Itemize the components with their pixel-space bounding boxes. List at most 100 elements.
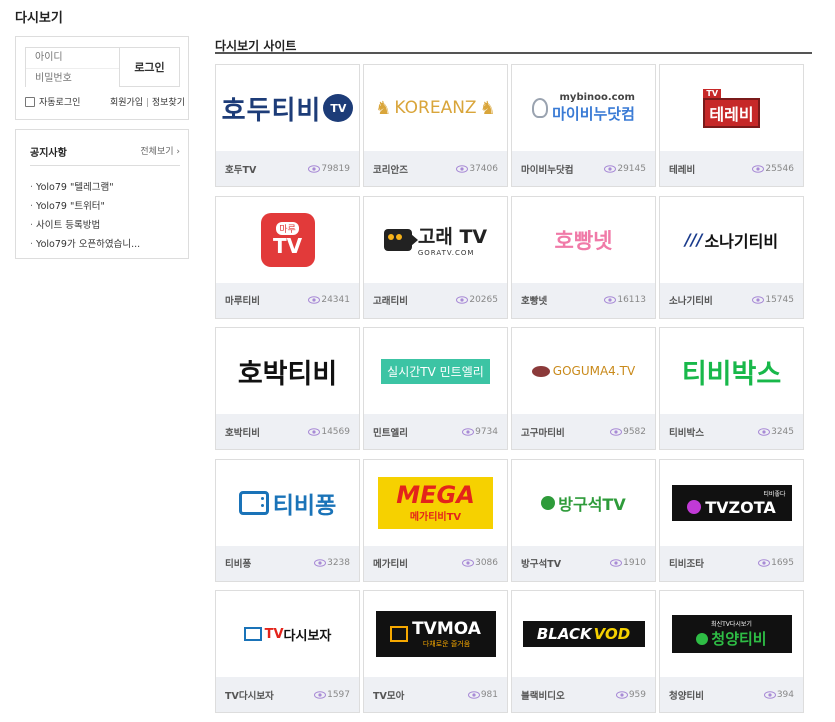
notice-item[interactable]: Yolo79 "트위터" [30, 197, 140, 216]
site-card[interactable]: /// 소나기티비 소나기티비 15745 [659, 195, 804, 319]
site-card[interactable]: 최신TV다시보기 청양티비 청양티비 394 [659, 590, 804, 713]
play-icon [687, 500, 702, 514]
eye-icon [615, 690, 628, 699]
view-count-value: 29145 [617, 163, 646, 174]
site-card[interactable]: 마루 TV 마루티비 24341 [215, 195, 360, 319]
view-count: 20265 [456, 295, 498, 305]
site-logo-text: 소나기티비 [704, 231, 779, 251]
view-count-value: 14569 [321, 426, 350, 437]
site-card[interactable]: 실시간TV 민트엘리 민트엘리 9734 [363, 327, 508, 450]
card-footer: 고래티비 20265 [364, 282, 507, 318]
account-links: 회원가입 | 정보찾기 [110, 95, 185, 108]
card-footer: 민트엘리 9734 [364, 414, 507, 449]
site-card[interactable]: mybinoo.com 마이비누닷컴 마이비누닷컴 29145 [511, 64, 656, 187]
site-logo: ♞ KOREANZ ♞ [364, 65, 507, 151]
view-count-value: 394 [776, 689, 794, 700]
site-logo-text: KOREANZ [394, 98, 477, 118]
view-count: 9734 [462, 427, 498, 437]
site-logo: TV 다시보자 [216, 591, 359, 677]
view-count-value: 9582 [623, 426, 646, 437]
site-card[interactable]: GOGUMA4.TV 고구마티비 9582 [511, 327, 656, 450]
tv-icon: TV [323, 94, 354, 122]
password-input[interactable] [26, 68, 119, 88]
site-name: 고구마티비 [521, 427, 565, 439]
eye-icon [610, 559, 623, 567]
eye-icon [314, 559, 327, 567]
signup-link[interactable]: 회원가입 [110, 98, 143, 108]
site-card[interactable]: 호박티비 호박티비 14569 [215, 327, 360, 450]
card-footer: 메가티비 3086 [364, 545, 507, 581]
find-info-link[interactable]: 정보찾기 [152, 98, 185, 108]
site-logo-text: TV [272, 234, 303, 258]
site-logo-sub: 최신TV다시보기 [711, 621, 752, 628]
view-count-value: 1910 [623, 558, 646, 568]
card-footer: 소나기티비 15745 [660, 282, 803, 318]
tv-icon [390, 626, 409, 642]
site-logo-text: 테레비 [703, 97, 760, 128]
site-card[interactable]: TV 다시보자 TV다시보자 1597 [215, 590, 360, 713]
site-card[interactable]: BLACK VOD 블랙비디오 959 [511, 590, 656, 713]
site-logo: GOGUMA4.TV [512, 328, 655, 414]
notice-item[interactable]: 사이트 등록방법 [30, 216, 140, 235]
eye-icon [763, 690, 776, 699]
site-name: 호빵넷 [521, 296, 548, 307]
auto-login-label[interactable]: 자동로그인 [39, 95, 80, 108]
site-logo: 실시간TV 민트엘리 [364, 328, 507, 414]
eye-icon [752, 164, 765, 173]
view-count-value: 959 [628, 689, 646, 700]
view-count-value: 15745 [765, 295, 794, 305]
site-name: 블랙비디오 [521, 690, 565, 702]
eye-icon [604, 296, 617, 304]
site-card[interactable]: 호빵넷 호빵넷 16113 [511, 195, 656, 319]
eye-icon [758, 427, 771, 436]
view-count: 15745 [752, 295, 794, 305]
site-logo-sub: mybinoo.com [559, 92, 635, 103]
site-card[interactable]: TVMOA 다채로운 즐거움 TV모아 981 [363, 590, 508, 713]
card-footer: TV모아 981 [364, 677, 507, 712]
site-logo: 호두티비 TV [216, 65, 359, 151]
notice-more-link[interactable]: 전체보기 › [140, 144, 180, 165]
section-divider [215, 52, 812, 54]
login-options: 자동로그인 회원가입 | 정보찾기 [25, 95, 185, 108]
camera-icon [383, 228, 418, 251]
notice-item[interactable]: Yolo79 "텔레그램" [30, 178, 140, 197]
site-logo-sub: 다채로운 즐거움 [422, 639, 471, 648]
view-count-value: 16113 [617, 295, 646, 305]
site-card[interactable]: 티비박스 티비박스 3245 [659, 327, 804, 450]
login-fields [25, 47, 119, 88]
site-name: 테레비 [669, 164, 696, 176]
site-card[interactable]: 고래 TV GORATV.COM 고래티비 20265 [363, 195, 508, 319]
kangaroo-icon: ♞ [375, 97, 392, 119]
tv-icon [243, 627, 262, 641]
site-card[interactable]: 티비퐁 티비퐁 3238 [215, 458, 360, 582]
card-footer: 호빵넷 16113 [512, 282, 655, 318]
site-card[interactable]: 티비좋다 TVZOTA 티비조타 1695 [659, 458, 804, 582]
site-logo-text: TVMOA [412, 618, 481, 639]
site-logo-text: BLACK [536, 625, 592, 643]
site-logo-text: 다시보자 [283, 628, 332, 644]
eye-icon [462, 559, 475, 567]
maru-tv-icon: 마루 TV [260, 212, 315, 267]
view-count: 3086 [462, 558, 498, 568]
view-count: 959 [615, 689, 646, 700]
notice-item[interactable]: Yolo79가 오픈하였습니... [30, 235, 140, 254]
site-card[interactable]: ♞ KOREANZ ♞ 코리안즈 37406 [363, 64, 508, 187]
view-count-value: 9734 [475, 426, 498, 437]
site-card[interactable]: MEGA 메가티비TV 메가티비 3086 [363, 458, 508, 582]
site-name: 마이비누닷컴 [521, 164, 574, 176]
view-count: 29145 [604, 164, 646, 174]
site-card[interactable]: 호두티비 TV 호두TV 79819 [215, 64, 360, 187]
mascot-icon [532, 98, 549, 118]
id-input[interactable] [26, 48, 119, 68]
login-button[interactable]: 로그인 [119, 47, 180, 87]
eye-icon [456, 296, 469, 304]
site-logo-sub: 티비좋다 [763, 490, 786, 498]
site-logo: 최신TV다시보기 청양티비 [660, 591, 803, 677]
page-title: 다시보기 [15, 11, 63, 26]
tv-icon [541, 495, 556, 510]
site-card[interactable]: 방구석TV 방구석TV 1910 [511, 458, 656, 582]
site-card[interactable]: TV 테레비 테레비 25546 [659, 64, 804, 187]
card-footer: 코리안즈 37406 [364, 151, 507, 186]
view-count-value: 1695 [771, 558, 794, 568]
auto-login-checkbox[interactable] [25, 96, 35, 107]
